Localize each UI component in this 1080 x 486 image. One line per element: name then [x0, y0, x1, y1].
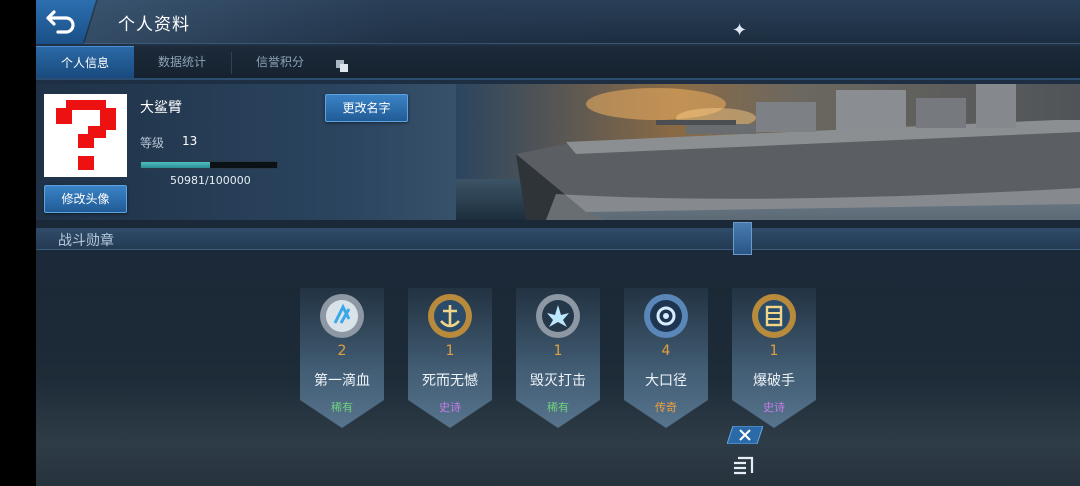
change-avatar-button[interactable]: 修改头像 [44, 185, 127, 213]
tab-personal-info[interactable]: 个人信息 [36, 46, 134, 78]
player-name: 大鲨臂 [140, 100, 182, 116]
scroll-handle[interactable] [733, 222, 752, 255]
large-caliber-medal-icon [644, 294, 688, 338]
profile-screen: 个人资料 ✦ 个人信息 数据统计 信誉积分 修改头像 大鲨臂 等级 13 509… [36, 0, 1080, 486]
medals-section-header: 战斗勋章 [36, 228, 1080, 250]
page-title: 个人资料 [118, 15, 190, 35]
medal-card[interactable]: 1 毁灭打击稀有 [516, 288, 600, 428]
unknown-avatar-icon [56, 100, 116, 170]
xp-text: 50981/100000 [170, 174, 251, 187]
level-value: 13 [182, 134, 198, 148]
battleship-artwork [456, 84, 1080, 220]
anchor-medal-icon [428, 294, 472, 338]
medal-count: 4 [661, 343, 671, 359]
menu-icon[interactable] [732, 455, 754, 477]
profile-banner: 修改头像 大鲨臂 等级 13 50981/100000 更改名字 [36, 84, 1080, 220]
medal-rarity: 史诗 [439, 401, 461, 414]
medal-count: 1 [553, 343, 563, 359]
level-label: 等级 [140, 136, 165, 150]
section-title: 战斗勋章 [58, 233, 114, 249]
medal-rarity: 传奇 [655, 401, 677, 414]
medal-rarity: 稀有 [547, 401, 569, 414]
tab-statistics[interactable]: 数据统计 [134, 46, 230, 78]
medal-rarity: 稀有 [331, 401, 353, 414]
change-name-button[interactable]: 更改名字 [325, 94, 408, 122]
star-icon[interactable]: ✦ [732, 20, 747, 41]
medal-name: 毁灭打击 [530, 373, 586, 389]
avatar [44, 94, 127, 177]
medal-name: 爆破手 [753, 373, 795, 389]
medal-count: 2 [337, 343, 347, 359]
medal-count: 1 [445, 343, 455, 359]
copy-icon[interactable] [336, 60, 348, 72]
explosion-medal-icon [536, 294, 580, 338]
demolition-medal-icon [752, 294, 796, 338]
back-arrow-icon [46, 10, 75, 34]
xp-progress-fill [141, 162, 211, 168]
medal-rarity: 史诗 [763, 401, 785, 414]
medal-card[interactable]: 1 爆破手史诗 [732, 288, 816, 428]
left-system-bar [0, 0, 36, 486]
medal-count: 1 [769, 343, 779, 359]
medal-card[interactable]: 2 第一滴血稀有 [300, 288, 384, 428]
close-icon[interactable] [727, 426, 763, 444]
medal-card[interactable]: 4 大口径传奇 [624, 288, 708, 428]
xp-progress-bar [140, 161, 278, 169]
silver-arrow-medal-icon [320, 294, 364, 338]
tab-credit-score[interactable]: 信誉积分 [232, 46, 328, 78]
medal-name: 死而无憾 [422, 373, 478, 389]
tab-bar: 个人信息 数据统计 信誉积分 [36, 46, 1080, 80]
medal-name: 大口径 [645, 373, 687, 389]
medal-name: 第一滴血 [314, 373, 370, 389]
medal-card[interactable]: 1 死而无憾史诗 [408, 288, 492, 428]
top-header: 个人资料 [36, 0, 1080, 44]
